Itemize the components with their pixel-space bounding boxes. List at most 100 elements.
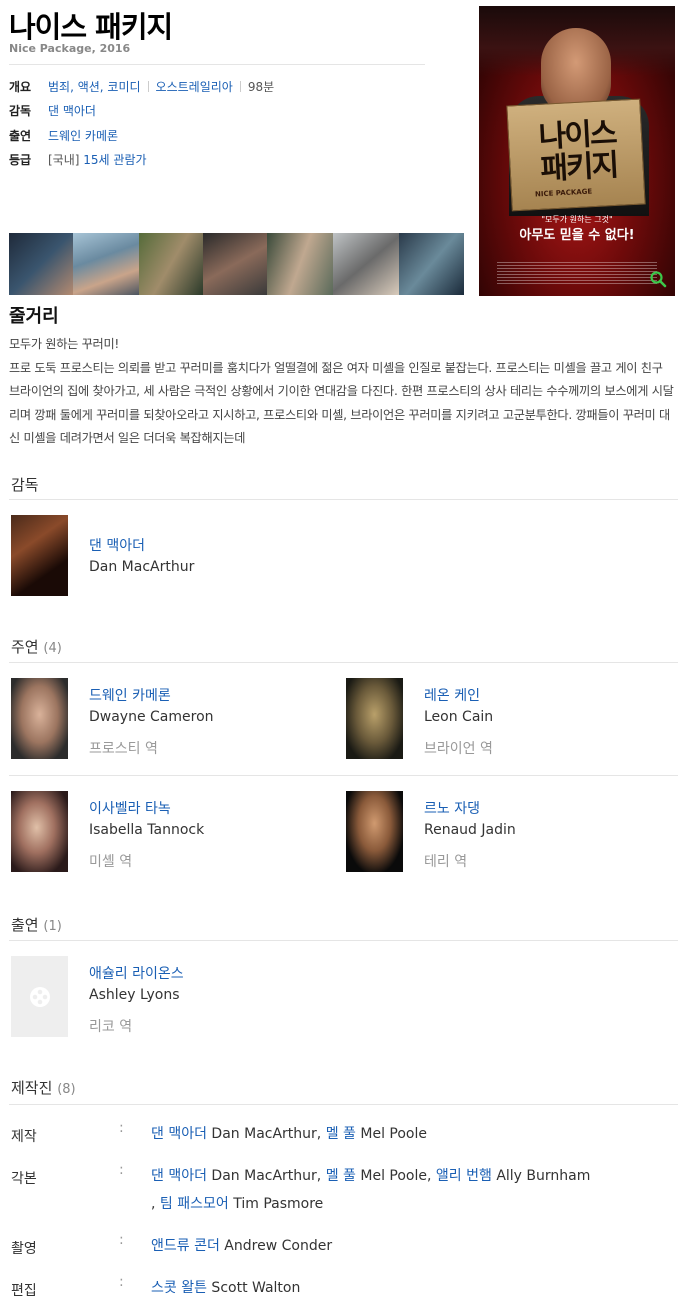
director-name-kr[interactable]: 댄 맥아더 [89, 535, 194, 555]
cast-name-en: Ashley Lyons [89, 987, 180, 1003]
crew-colon: : [119, 1162, 124, 1178]
crew-colon: : [119, 1120, 124, 1136]
avatar[interactable] [11, 515, 68, 596]
still-image[interactable] [9, 233, 73, 295]
crew-name-en: Mel Poole [355, 1126, 427, 1142]
still-image[interactable] [333, 233, 399, 295]
separator [239, 80, 241, 92]
cast-name-en: Renaud Jadin [424, 822, 516, 838]
director-card[interactable]: 댄 맥아더 Dan MacArthur [11, 515, 194, 596]
stills-strip[interactable] [9, 233, 464, 295]
crew-key: 각본 [11, 1171, 37, 1187]
cast-name-kr[interactable]: 애슐리 라이온스 [89, 963, 184, 983]
crew-name-en: Andrew Conder [219, 1238, 333, 1254]
still-image[interactable] [267, 233, 333, 295]
support-count: (1) [43, 919, 62, 934]
poster-title: 나이스 패키지 [511, 116, 644, 188]
rating-link[interactable]: 15세 관람가 [83, 153, 146, 167]
support-section-title: 출연 (1) [11, 914, 62, 935]
cast-role: 리코 역 [89, 1019, 133, 1035]
crew-link[interactable]: 스콧 왈튼 [151, 1280, 207, 1296]
still-image[interactable] [73, 233, 139, 295]
cast-text: 레온 케인 Leon Cain 브라이언 역 [424, 678, 493, 759]
cast-card[interactable]: 애슐리 라이온스 Ashley Lyons 리코 역 [11, 956, 184, 1037]
crew-name-en: Ally Burnham [491, 1168, 591, 1184]
info-row-overview: 개요 범죄, 액션, 코미디 오스트레일리아 98분 [9, 74, 439, 99]
divider [9, 1104, 678, 1105]
cast-card[interactable]: 이사벨라 타녹 Isabella Tannock 미셸 역 [11, 791, 204, 872]
info-overview-values: 범죄, 액션, 코미디 오스트레일리아 98분 [48, 78, 274, 95]
cast-card[interactable]: 드웨인 카메론 Dwayne Cameron 프로스티 역 [11, 678, 214, 759]
synopsis-text: 모두가 원하는 꾸러미! 프로 도둑 프로스티는 의뢰를 받고 꾸러미를 훔치다… [9, 333, 677, 451]
crew-colon: : [119, 1232, 124, 1248]
director-text: 댄 맥아더 Dan MacArthur [89, 515, 194, 596]
cast-name-kr[interactable]: 이사벨라 타녹 [89, 798, 204, 818]
avatar[interactable] [11, 956, 68, 1037]
still-image[interactable] [399, 233, 464, 295]
cast-role: 테리 역 [424, 854, 468, 870]
cast-name-kr[interactable]: 르노 자댕 [424, 798, 516, 818]
info-row-cast: 출연 드웨인 카메론 [9, 123, 439, 148]
search-icon[interactable] [649, 270, 667, 288]
crew-name-en: Dan MacArthur, [206, 1126, 326, 1142]
crew-link[interactable]: 앤드류 콘더 [151, 1238, 220, 1254]
country-link[interactable]: 오스트레일리아 [156, 80, 233, 94]
avatar[interactable] [11, 791, 68, 872]
divider [9, 662, 678, 663]
film-reel-icon [29, 986, 50, 1007]
crew-link[interactable]: 댄 맥아더 [151, 1126, 207, 1142]
movie-title: 나이스 패키지 [9, 10, 173, 44]
cast-text: 드웨인 카메론 Dwayne Cameron 프로스티 역 [89, 678, 214, 759]
crew-separator: , [151, 1196, 160, 1212]
cast-role: 프로스티 역 [89, 741, 158, 757]
crew-colon: : [119, 1274, 124, 1290]
cast-name-kr[interactable]: 레온 케인 [424, 685, 493, 705]
crew-link[interactable]: 댄 맥아더 [151, 1168, 207, 1184]
info-row-director: 감독 댄 맥아더 [9, 99, 439, 124]
movie-poster[interactable]: 나이스 패키지 NICE PACKAGE "모두가 원하는 그것" 아무도 믿을… [479, 6, 675, 296]
crew-values: 앤드류 콘더 Andrew Conder [151, 1232, 671, 1260]
poster-tagline-main: 아무도 믿을 수 없다! [519, 228, 635, 243]
info-key-overview: 개요 [9, 79, 32, 94]
crew-name-en: Tim Pasmore [228, 1196, 324, 1212]
crew-link[interactable]: 팀 패스모어 [160, 1196, 229, 1212]
info-key-rating: 등급 [9, 153, 32, 168]
director-heading: 감독 [11, 476, 39, 494]
director-link[interactable]: 댄 맥아더 [48, 102, 96, 119]
crew-link[interactable]: 멜 풀 [326, 1126, 356, 1142]
synopsis-line1: 모두가 원하는 꾸러미! [9, 337, 119, 351]
rating-values: [국내] 15세 관람가 [48, 151, 147, 168]
cast-name-kr[interactable]: 드웨인 카메론 [89, 685, 214, 705]
crew-values: 댄 맥아더 Dan MacArthur, 멜 풀 Mel Poole [151, 1120, 671, 1148]
crew-name-en: Mel Poole, [355, 1168, 436, 1184]
still-image[interactable] [203, 233, 267, 295]
cast-role: 미셸 역 [89, 854, 133, 870]
info-key-cast: 출연 [9, 128, 32, 143]
genre-link[interactable]: 범죄, 액션, 코미디 [48, 80, 141, 94]
support-heading: 출연 [11, 916, 39, 934]
cast-name-en: Leon Cain [424, 709, 494, 725]
crew-values: 댄 맥아더 Dan MacArthur, 멜 풀 Mel Poole, 앨리 번… [151, 1162, 671, 1218]
cast-text: 이사벨라 타녹 Isabella Tannock 미셸 역 [89, 791, 204, 872]
cast-card[interactable]: 르노 자댕 Renaud Jadin 테리 역 [346, 791, 516, 872]
avatar[interactable] [346, 791, 403, 872]
crew-values: 스콧 왈튼 Scott Walton [151, 1274, 671, 1302]
rating-prefix: [국내] [48, 153, 80, 168]
crew-link[interactable]: 멜 풀 [326, 1168, 356, 1184]
avatar[interactable] [11, 678, 68, 759]
cast-card[interactable]: 레온 케인 Leon Cain 브라이언 역 [346, 678, 493, 759]
movie-subtitle: Nice Package, 2016 [9, 42, 131, 55]
lead-heading: 주연 [11, 638, 39, 656]
crew-heading: 제작진 [11, 1079, 53, 1097]
cast-text: 르노 자댕 Renaud Jadin 테리 역 [424, 791, 516, 872]
crew-key: 편집 [11, 1283, 37, 1299]
lead-count: (4) [43, 641, 62, 656]
divider [9, 64, 425, 65]
cast-link[interactable]: 드웨인 카메론 [48, 127, 118, 144]
crew-key: 촬영 [11, 1241, 37, 1257]
avatar[interactable] [346, 678, 403, 759]
synopsis-heading: 줄거리 [9, 306, 59, 327]
still-image[interactable] [139, 233, 203, 295]
movie-info: 개요 범죄, 액션, 코미디 오스트레일리아 98분 감독 댄 맥아더 출연 드웨인… [9, 74, 439, 172]
crew-link[interactable]: 앨리 번햄 [436, 1168, 492, 1184]
